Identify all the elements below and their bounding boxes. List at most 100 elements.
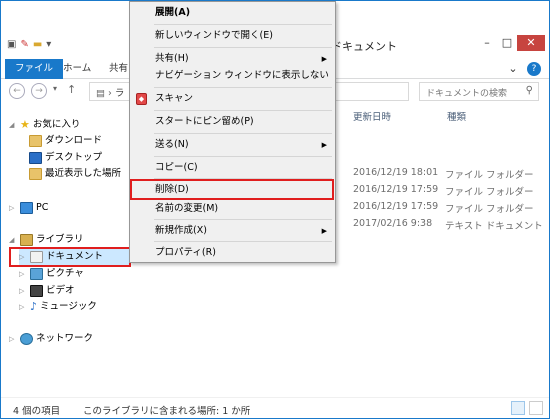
tab-home[interactable]: ホーム bbox=[55, 59, 99, 79]
antivirus-icon: ◆ bbox=[136, 93, 147, 105]
expand-arrow-icon[interactable]: ◢ bbox=[9, 117, 17, 133]
menu-separator bbox=[154, 24, 332, 25]
highlight-box-delete bbox=[130, 179, 334, 200]
expand-arrow-icon[interactable]: ◢ bbox=[9, 232, 17, 248]
menu-item-hide-from-nav[interactable]: ナビゲーション ウィンドウに表示しない bbox=[130, 66, 335, 86]
nav-label-pc: PC bbox=[36, 202, 49, 213]
forward-icon[interactable]: → bbox=[31, 83, 47, 99]
row-date: 2016/12/19 17:59 bbox=[353, 201, 439, 212]
menu-item-pin-start[interactable]: スタートにピン留め(P) bbox=[130, 112, 335, 132]
nav-item-recent[interactable]: 最近表示した場所 bbox=[29, 166, 121, 182]
nav-label-favorites: お気に入り bbox=[32, 119, 81, 130]
table-row[interactable]: 2016/12/19 17:59 ファイル フォルダー bbox=[335, 184, 549, 201]
nav-label-downloads: ダウンロード bbox=[45, 135, 103, 146]
row-type: テキスト ドキュメント bbox=[445, 221, 543, 232]
row-type: ファイル フォルダー bbox=[445, 204, 534, 215]
menu-item-expand[interactable]: 展開(A) bbox=[130, 3, 335, 23]
nav-label-recent: 最近表示した場所 bbox=[45, 168, 122, 179]
network-icon bbox=[20, 333, 33, 345]
menu-item-new[interactable]: 新規作成(X) ▶ bbox=[130, 221, 335, 241]
search-input[interactable]: ドキュメントの検索 ⚲ bbox=[419, 82, 539, 101]
new-folder-icon[interactable]: ▬ bbox=[33, 39, 42, 50]
column-header-type[interactable]: 種類 bbox=[447, 109, 466, 123]
quick-access-toolbar: ▣ ✎ ▬ ▾ bbox=[7, 39, 51, 50]
column-header-date[interactable]: 更新日時 bbox=[353, 109, 391, 123]
menu-label-share: 共有(H) bbox=[155, 53, 189, 64]
window-title: ドキュメント bbox=[331, 40, 397, 53]
menu-separator bbox=[154, 110, 332, 111]
system-menu-icon[interactable]: ▣ bbox=[7, 39, 16, 50]
menu-label-scan: スキャン bbox=[155, 93, 194, 104]
menu-separator bbox=[154, 133, 332, 134]
menu-separator bbox=[154, 241, 332, 242]
table-row[interactable]: 2016/12/19 17:59 ファイル フォルダー bbox=[335, 201, 549, 218]
menu-item-scan[interactable]: ◆ スキャン bbox=[130, 89, 335, 109]
expand-arrow-icon[interactable]: ▷ bbox=[9, 331, 17, 347]
window-controls: – □ ✕ bbox=[477, 35, 545, 51]
videos-icon bbox=[30, 285, 43, 297]
nav-label-desktop: デスクトップ bbox=[45, 152, 103, 163]
menu-separator bbox=[154, 47, 332, 48]
menu-item-open-new-window[interactable]: 新しいウィンドウで開く(E) bbox=[130, 26, 335, 46]
properties-icon[interactable]: ✎ bbox=[20, 39, 28, 50]
music-icon: ♪ bbox=[30, 300, 38, 313]
navigation-pane: ◢ ★ お気に入り ダウンロード デスクトップ 最近表示した場所 ▷ PC ◢ … bbox=[1, 109, 131, 394]
pictures-icon bbox=[30, 268, 43, 280]
desktop-icon bbox=[29, 152, 42, 164]
menu-item-send-to[interactable]: 送る(N) ▶ bbox=[130, 135, 335, 155]
menu-label-send-to: 送る(N) bbox=[155, 139, 189, 150]
nav-item-favorites[interactable]: ◢ ★ お気に入り bbox=[9, 117, 80, 133]
row-date: 2016/12/19 18:01 bbox=[353, 167, 439, 178]
expand-arrow-icon[interactable]: ▷ bbox=[9, 200, 17, 216]
downloads-folder-icon bbox=[29, 135, 42, 147]
maximize-icon[interactable]: □ bbox=[497, 35, 517, 51]
nav-item-network[interactable]: ▷ ネットワーク bbox=[9, 331, 93, 347]
nav-item-desktop[interactable]: デスクトップ bbox=[29, 150, 102, 166]
expand-arrow-icon[interactable]: ▷ bbox=[19, 283, 27, 299]
table-row[interactable]: 2016/12/19 18:01 ファイル フォルダー bbox=[335, 167, 549, 184]
address-path: ラ bbox=[114, 88, 125, 99]
menu-item-rename[interactable]: 名前の変更(M) bbox=[130, 199, 335, 219]
nav-label-libraries: ライブラリ bbox=[36, 234, 84, 245]
nav-label-music: ミュージック bbox=[40, 301, 97, 312]
pc-icon bbox=[20, 202, 33, 214]
context-menu: 展開(A) 新しいウィンドウで開く(E) 共有(H) ▶ ナビゲーション ウィン… bbox=[129, 1, 336, 263]
help-icon[interactable]: ? bbox=[527, 62, 541, 76]
customize-qat-icon[interactable]: ▾ bbox=[46, 39, 51, 50]
recent-places-icon bbox=[29, 168, 42, 180]
close-icon[interactable]: ✕ bbox=[517, 35, 545, 51]
row-date: 2016/12/19 17:59 bbox=[353, 184, 439, 195]
expand-arrow-icon[interactable]: ▷ bbox=[19, 266, 27, 282]
search-icon: ⚲ bbox=[525, 85, 533, 96]
item-count: 4 個の項目 bbox=[13, 406, 61, 417]
star-icon: ★ bbox=[20, 118, 30, 131]
expand-ribbon-icon[interactable]: ⌄ bbox=[503, 61, 523, 77]
nav-label-videos: ビデオ bbox=[46, 285, 75, 296]
table-row[interactable]: 2017/02/16 9:38 テキスト ドキュメント bbox=[335, 218, 549, 235]
nav-label-network: ネットワーク bbox=[36, 333, 94, 344]
up-icon[interactable]: ↑ bbox=[67, 83, 76, 96]
recent-locations-icon[interactable]: ▾ bbox=[53, 84, 57, 93]
nav-item-videos[interactable]: ▷ ビデオ bbox=[19, 283, 75, 299]
nav-item-downloads[interactable]: ダウンロード bbox=[29, 133, 102, 149]
menu-separator bbox=[154, 156, 332, 157]
nav-item-pictures[interactable]: ▷ ピクチャ bbox=[19, 266, 84, 282]
highlight-box-documents bbox=[9, 247, 131, 267]
expand-arrow-icon[interactable]: ▷ bbox=[19, 299, 27, 315]
status-bar: 4 個の項目 このライブラリに含まれる場所: 1 か所 bbox=[1, 397, 549, 418]
row-type: ファイル フォルダー bbox=[445, 170, 534, 181]
details-view-icon[interactable] bbox=[511, 401, 525, 415]
nav-item-libraries[interactable]: ◢ ライブラリ bbox=[9, 232, 84, 248]
nav-item-pc[interactable]: ▷ PC bbox=[9, 200, 48, 216]
row-type: ファイル フォルダー bbox=[445, 187, 534, 198]
minimize-icon[interactable]: – bbox=[477, 35, 497, 51]
location-icon: ▤ › bbox=[96, 88, 115, 99]
column-headers: 更新日時 種類 bbox=[335, 109, 549, 127]
nav-item-music[interactable]: ▷ ♪ ミュージック bbox=[19, 299, 97, 315]
menu-item-properties[interactable]: プロパティ(R) bbox=[130, 243, 335, 263]
submenu-arrow-icon: ▶ bbox=[321, 227, 327, 235]
large-icons-view-icon[interactable] bbox=[529, 401, 543, 415]
menu-item-copy[interactable]: コピー(C) bbox=[130, 158, 335, 178]
libraries-icon bbox=[20, 234, 33, 246]
back-icon[interactable]: ← bbox=[9, 83, 25, 99]
